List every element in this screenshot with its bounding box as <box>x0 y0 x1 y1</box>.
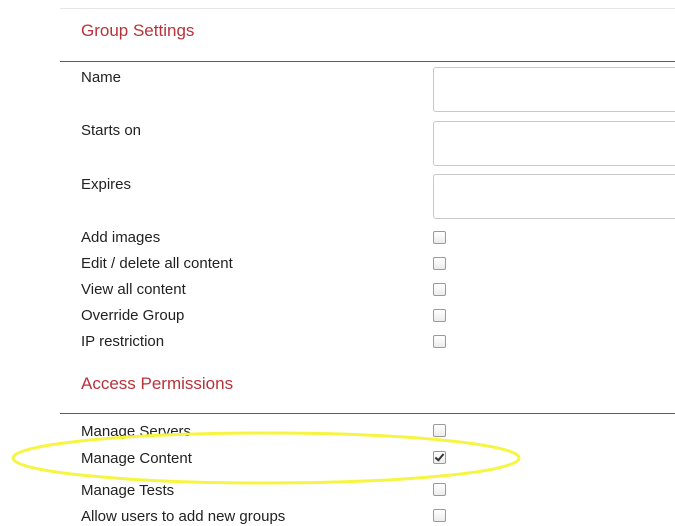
name-label: Name <box>81 69 122 86</box>
starts-on-label: Starts on <box>81 122 142 139</box>
expires-label: Expires <box>81 176 132 193</box>
override-group-label: Override Group <box>81 307 185 324</box>
add-images-label: Add images <box>81 229 161 246</box>
ip-restriction-checkbox[interactable] <box>433 335 446 348</box>
ip-restriction-label: IP restriction <box>81 333 165 350</box>
manage-content-label: Manage Content <box>81 450 192 467</box>
name-input[interactable] <box>433 67 675 112</box>
manage-servers-label: Manage Servers <box>81 423 192 440</box>
manage-tests-checkbox[interactable] <box>433 483 446 496</box>
override-group-checkbox[interactable] <box>433 309 446 322</box>
starts-on-input[interactable] <box>433 121 675 166</box>
group-settings-divider <box>60 61 675 62</box>
access-permissions-heading: Access Permissions <box>81 374 234 393</box>
manage-tests-label: Manage Tests <box>81 482 175 499</box>
manage-servers-checkbox[interactable] <box>433 424 446 437</box>
access-permissions-divider <box>60 413 675 414</box>
edit-delete-all-content-label: Edit / delete all content <box>81 255 233 272</box>
expires-input[interactable] <box>433 174 675 219</box>
add-images-checkbox[interactable] <box>433 231 446 244</box>
edit-delete-all-content-checkbox[interactable] <box>433 257 446 270</box>
top-divider <box>60 8 675 9</box>
view-all-content-label: View all content <box>81 281 186 298</box>
group-settings-heading: Group Settings <box>81 21 195 40</box>
view-all-content-checkbox[interactable] <box>433 283 446 296</box>
manage-content-checkbox[interactable] <box>433 451 446 464</box>
allow-users-add-groups-label: Allow users to add new groups <box>81 508 286 525</box>
allow-users-add-groups-checkbox[interactable] <box>433 509 446 522</box>
